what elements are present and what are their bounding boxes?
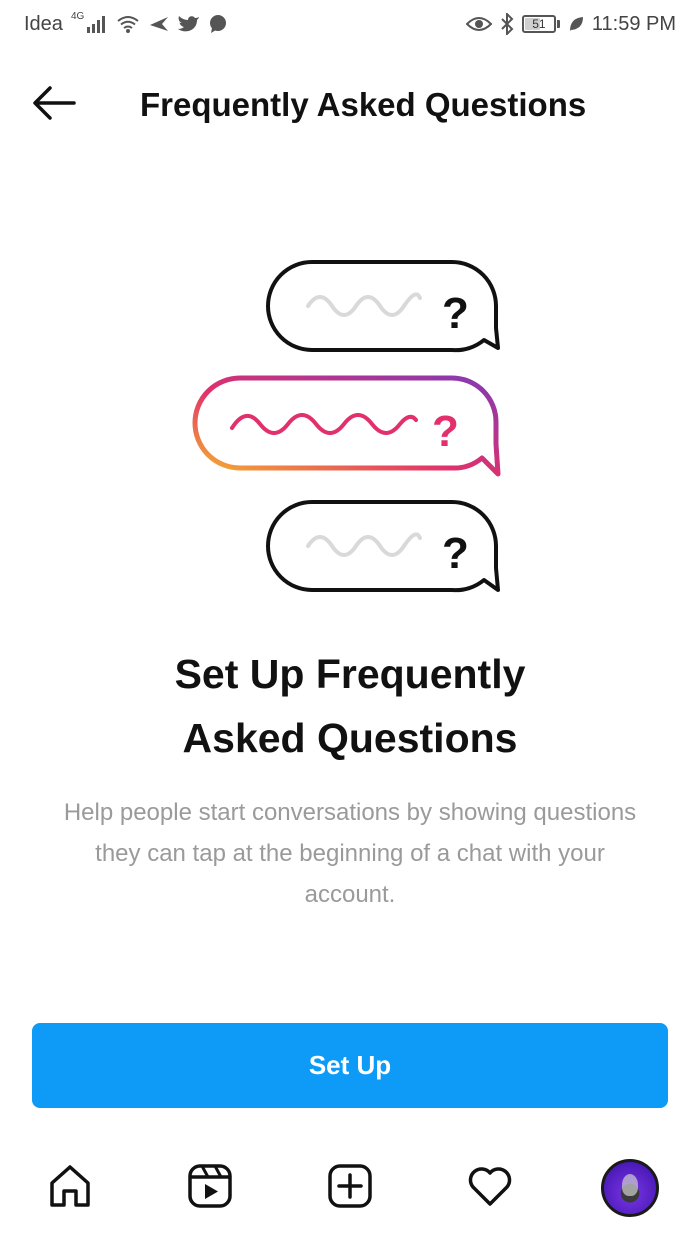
chat-bubble-middle: ?	[192, 375, 501, 477]
heart-icon	[466, 1164, 514, 1213]
battery-level: 51	[532, 17, 546, 31]
nav-create[interactable]	[318, 1156, 382, 1220]
main-heading: Set Up Frequently Asked Questions	[174, 651, 526, 761]
description-text: Help people start conversations by showi…	[63, 799, 637, 908]
chat-bubble-bottom: ?	[266, 500, 500, 593]
question-mark-bottom: ?	[442, 529, 469, 578]
profile-avatar	[601, 1159, 659, 1217]
page-title: Frequently Asked Questions	[140, 86, 587, 123]
wifi-icon	[116, 13, 140, 35]
battery-icon: 51	[521, 15, 560, 33]
question-mark-top: ?	[442, 289, 469, 338]
airplane-icon	[148, 13, 170, 35]
carrier-name: Idea	[24, 12, 63, 35]
header: Frequently Asked Questions	[0, 60, 700, 150]
status-left: Idea 4G	[24, 10, 228, 36]
status-right: 51 11:59 PM	[465, 12, 676, 36]
setup-button-label: Set Up	[308, 1050, 392, 1080]
status-bar: Idea 4G 51 11:59 PM	[0, 0, 700, 48]
home-icon	[47, 1163, 93, 1214]
reels-icon	[187, 1163, 233, 1214]
chat-icon	[208, 13, 228, 35]
nav-reels[interactable]	[178, 1156, 242, 1220]
nav-activity[interactable]	[458, 1156, 522, 1220]
network-type: 4G	[70, 10, 85, 22]
back-button[interactable]	[28, 82, 80, 128]
bottom-nav	[0, 1150, 700, 1230]
leaf-icon	[568, 13, 584, 35]
arrow-left-icon	[30, 83, 78, 128]
add-icon	[327, 1163, 373, 1214]
clock: 11:59 PM	[591, 12, 676, 35]
chat-bubble-top: ?	[266, 260, 500, 353]
faq-illustration: ? ? ?	[180, 248, 510, 608]
question-mark-middle: ?	[432, 407, 459, 456]
bluetooth-icon	[500, 13, 514, 35]
nav-home[interactable]	[38, 1156, 102, 1220]
nav-profile[interactable]	[598, 1156, 662, 1220]
signal-icon	[86, 13, 108, 35]
setup-button[interactable]: Set Up	[32, 1023, 668, 1108]
eye-icon	[465, 13, 492, 35]
twitter-icon	[178, 13, 200, 35]
